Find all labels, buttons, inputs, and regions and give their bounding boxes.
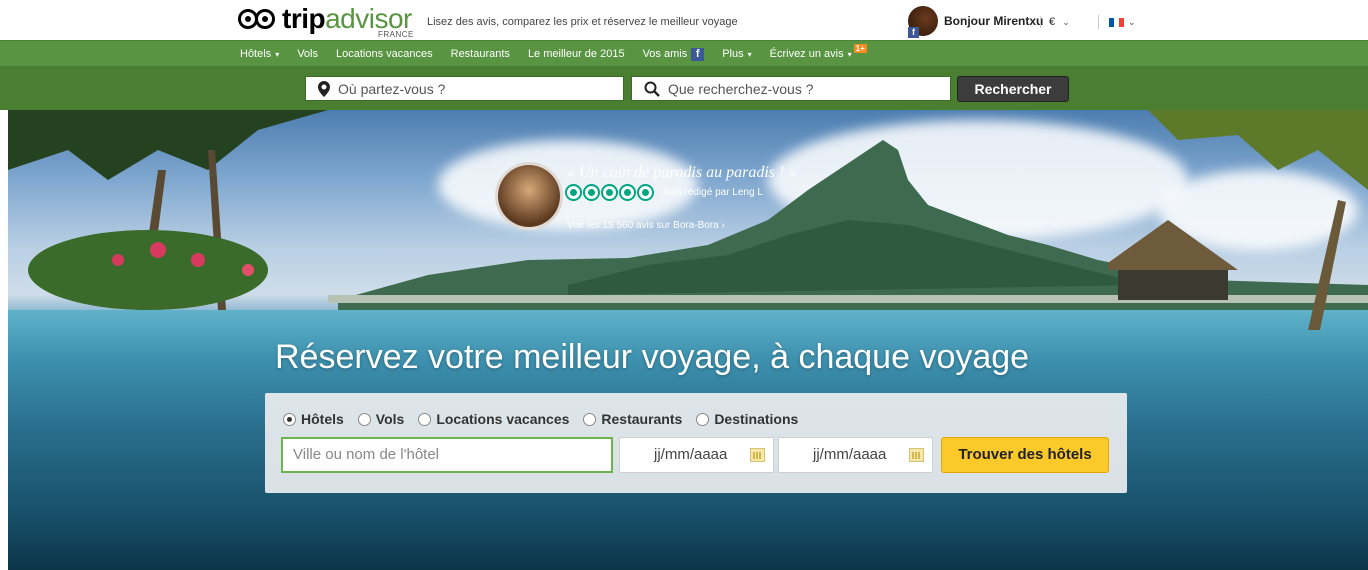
nav-item-friends[interactable]: Vos amis f xyxy=(643,47,705,61)
logo-country: FRANCE xyxy=(378,30,414,39)
chevron-down-icon: ⌄ xyxy=(1128,16,1136,27)
radio-icon xyxy=(583,412,597,426)
nav-item-hotels[interactable]: Hôtels ▾ xyxy=(240,48,279,60)
currency-symbol: € xyxy=(1049,16,1056,28)
what-placeholder: Que recherchez-vous ? xyxy=(668,80,814,97)
what-input[interactable]: Que recherchez-vous ? xyxy=(631,76,951,101)
search-icon xyxy=(644,81,660,97)
where-placeholder: Où partez-vous ? xyxy=(338,80,446,97)
radio-hotels[interactable]: Hôtels xyxy=(283,411,344,427)
radio-vacation-rentals[interactable]: Locations vacances xyxy=(418,411,569,427)
rating-bubble-icon xyxy=(585,186,598,199)
rating-bubble-icon xyxy=(621,186,634,199)
booking-type-selector: Hôtels Vols Locations vacances Restauran… xyxy=(283,411,812,427)
palm-trees-left xyxy=(8,110,328,310)
find-hotels-button[interactable]: Trouver des hôtels xyxy=(941,437,1109,473)
nav-item-best-of-2015[interactable]: Le meilleur de 2015 xyxy=(528,48,625,60)
rating-bubbles: Avis rédigé par Leng L xyxy=(567,186,763,199)
radio-flights[interactable]: Vols xyxy=(357,411,404,427)
reviewer-avatar xyxy=(495,162,563,230)
nav-item-write-review[interactable]: Écrivez un avis ▾ 1+ xyxy=(770,43,867,60)
see-reviews-link[interactable]: Voir les 15 560 avis sur Bora-Bora › xyxy=(567,220,725,231)
language-selector[interactable]: ⌄ xyxy=(1098,15,1136,29)
review-author: Avis rédigé par Leng L xyxy=(663,187,763,198)
main-nav: Hôtels ▾ Vols Locations vacances Restaura… xyxy=(0,40,1368,66)
chevron-right-icon: › xyxy=(721,220,725,231)
tripadvisor-logo[interactable]: tripadvisor FRANCE xyxy=(238,4,414,39)
user-greeting: Bonjour Mirentxu xyxy=(944,14,1044,28)
rating-bubble-icon xyxy=(603,186,616,199)
radio-destinations[interactable]: Destinations xyxy=(696,411,798,427)
where-input[interactable]: Où partez-vous ? xyxy=(305,76,624,101)
rating-bubble-icon xyxy=(639,186,652,199)
booking-panel: Hôtels Vols Locations vacances Restauran… xyxy=(265,393,1127,493)
rating-bubble-icon xyxy=(567,186,580,199)
top-header: tripadvisor FRANCE Lisez des avis, compa… xyxy=(0,0,1368,40)
radio-selected-icon xyxy=(283,412,296,426)
search-button[interactable]: Rechercher xyxy=(957,76,1069,102)
radio-icon xyxy=(696,412,710,426)
facebook-icon: f xyxy=(691,47,705,61)
facebook-badge-icon: f xyxy=(908,27,919,38)
hero-banner: « Un coin de paradis au paradis ! » Avis… xyxy=(8,110,1368,570)
map-pin-icon xyxy=(318,80,330,97)
hero-headline: Réservez votre meilleur voyage, à chaque… xyxy=(275,338,1030,376)
nav-item-vacation-rentals[interactable]: Locations vacances xyxy=(336,48,433,60)
owl-logo-icon xyxy=(238,9,278,31)
chevron-down-icon: ⌄ xyxy=(1062,17,1070,27)
nav-item-more[interactable]: Plus ▾ xyxy=(722,48,751,60)
radio-icon xyxy=(418,412,432,426)
avatar: f xyxy=(908,6,938,38)
tagline: Lisez des avis, comparez les prix et rés… xyxy=(427,16,738,28)
checkout-date-input[interactable]: jj/mm/aaaa xyxy=(778,437,933,473)
notification-badge: 1+ xyxy=(853,43,867,53)
radio-restaurants[interactable]: Restaurants xyxy=(583,411,682,427)
palm-trees-right xyxy=(1108,110,1368,330)
chevron-down-icon: ▾ xyxy=(747,49,752,59)
calendar-icon[interactable] xyxy=(750,448,765,462)
checkin-date-input[interactable]: jj/mm/aaaa xyxy=(619,437,774,473)
nav-item-flights[interactable]: Vols xyxy=(297,48,318,60)
search-bar: Où partez-vous ? Que recherchez-vous ? R… xyxy=(0,66,1368,110)
radio-icon xyxy=(357,412,371,426)
chevron-down-icon: ▾ xyxy=(275,49,280,59)
user-menu[interactable]: f Bonjour Mirentxu ⌄ xyxy=(908,6,1055,38)
nav-item-restaurants[interactable]: Restaurants xyxy=(451,48,510,60)
city-input[interactable]: Ville ou nom de l'hôtel xyxy=(281,437,613,473)
chevron-down-icon: ▾ xyxy=(847,49,852,59)
calendar-icon[interactable] xyxy=(909,448,924,462)
currency-selector[interactable]: € ⌄ xyxy=(1040,16,1070,28)
review-title: « Un coin de paradis au paradis ! » xyxy=(567,164,797,181)
